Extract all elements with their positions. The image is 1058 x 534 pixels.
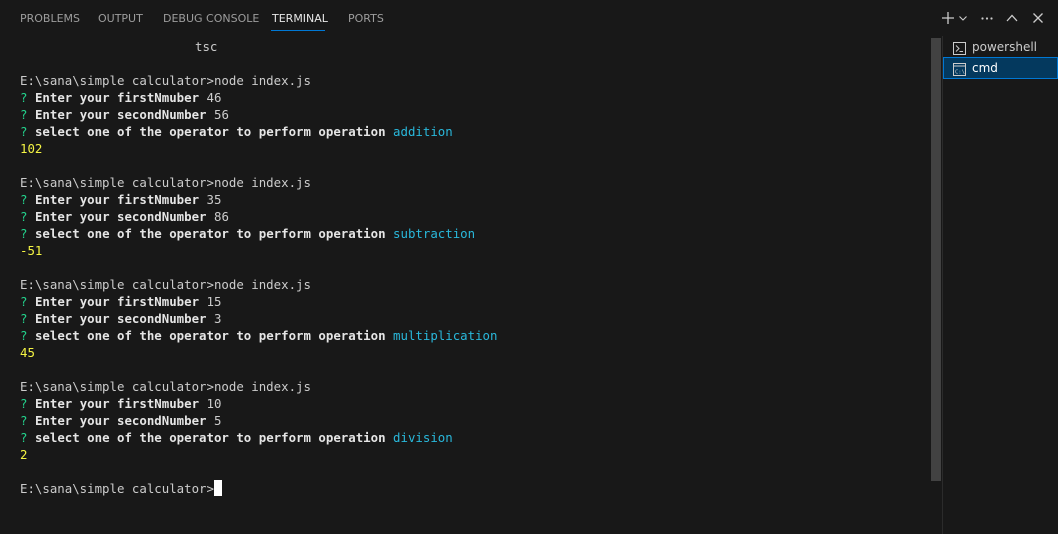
panel-tab-bar: PROBLEMS OUTPUT DEBUG CONSOLE TERMINAL P… xyxy=(0,0,1058,36)
terminal-line: ? select one of the operator to perform … xyxy=(20,327,497,344)
terminal-item-powershell[interactable]: powershell xyxy=(943,36,1058,58)
terminal-line: ? Enter your secondNumber 5 xyxy=(20,412,221,429)
tab-debug-console[interactable]: DEBUG CONSOLE xyxy=(163,12,259,25)
command-text: node index.js xyxy=(213,73,311,88)
question-mark: ? xyxy=(20,396,28,411)
question-first-number: Enter your firstNmuber xyxy=(34,90,200,105)
terminal-line: 102 xyxy=(20,140,42,157)
terminal-line: ? select one of the operator to perform … xyxy=(20,225,475,242)
question-first-number: Enter your firstNmuber xyxy=(34,294,200,309)
answer-second-number: 86 xyxy=(213,209,229,224)
question-operator: select one of the operator to perform op… xyxy=(34,226,386,241)
terminal-line: tsc xyxy=(195,38,217,55)
terminal-line: E:\sana\simple calculator>node index.js xyxy=(20,72,311,89)
vscode-panel: PROBLEMS OUTPUT DEBUG CONSOLE TERMINAL P… xyxy=(0,0,1058,534)
question-mark: ? xyxy=(20,413,28,428)
question-mark: ? xyxy=(20,311,28,326)
terminal-line: E:\sana\simple calculator> xyxy=(20,480,222,497)
question-first-number: Enter your firstNmuber xyxy=(34,192,200,207)
result-value: 2 xyxy=(20,447,28,462)
answer-second-number: 56 xyxy=(213,107,229,122)
question-mark: ? xyxy=(20,430,28,445)
question-operator: select one of the operator to perform op… xyxy=(34,430,386,445)
result-value: -51 xyxy=(20,243,43,258)
terminal-output[interactable]: tsc E:\sana\simple calculator>node index… xyxy=(0,36,931,534)
terminal-line: ? select one of the operator to perform … xyxy=(20,429,453,446)
terminal-line: ? Enter your secondNumber 3 xyxy=(20,310,221,327)
result-value: 45 xyxy=(20,345,35,360)
terminal-list: powershell C:\ cmd xyxy=(943,36,1058,534)
answer-operator: addition xyxy=(393,124,453,139)
tab-ports[interactable]: PORTS xyxy=(348,12,384,25)
question-mark: ? xyxy=(20,192,28,207)
question-second-number: Enter your secondNumber xyxy=(34,107,207,122)
question-second-number: Enter your secondNumber xyxy=(34,413,207,428)
text-cursor xyxy=(213,480,222,496)
command-text: node index.js xyxy=(213,175,311,190)
terminal-line: 45 xyxy=(20,344,35,361)
question-mark: ? xyxy=(20,226,28,241)
prompt-path: E:\sana\simple calculator> xyxy=(20,175,214,190)
command-text: node index.js xyxy=(213,379,311,394)
terminal-line: ? Enter your secondNumber 56 xyxy=(20,106,229,123)
prompt-path: E:\sana\simple calculator> xyxy=(20,379,214,394)
prompt-path: E:\sana\simple calculator> xyxy=(20,73,214,88)
question-second-number: Enter your secondNumber xyxy=(34,209,207,224)
terminal-scrollbar-thumb[interactable] xyxy=(931,38,941,481)
answer-operator: multiplication xyxy=(393,328,498,343)
question-operator: select one of the operator to perform op… xyxy=(34,328,386,343)
terminal-line: ? Enter your firstNmuber 10 xyxy=(20,395,221,412)
question-mark: ? xyxy=(20,124,28,139)
new-terminal-icon[interactable] xyxy=(939,8,957,28)
chevron-down-icon[interactable] xyxy=(957,8,969,28)
question-first-number: Enter your firstNmuber xyxy=(34,396,200,411)
answer-first-number: 46 xyxy=(206,90,222,105)
terminal-line: E:\sana\simple calculator>node index.js xyxy=(20,378,311,395)
terminal-line: E:\sana\simple calculator>node index.js xyxy=(20,276,311,293)
terminal-item-label: cmd xyxy=(972,61,998,75)
tab-output[interactable]: OUTPUT xyxy=(98,12,143,25)
more-actions-icon[interactable] xyxy=(978,8,996,28)
question-mark: ? xyxy=(20,107,28,122)
prompt-path: E:\sana\simple calculator> xyxy=(20,481,214,496)
maximize-panel-icon[interactable] xyxy=(1003,8,1021,28)
question-mark: ? xyxy=(20,294,28,309)
tab-terminal[interactable]: TERMINAL xyxy=(272,12,328,25)
terminal-line: 2 xyxy=(20,446,27,463)
terminal-line: E:\sana\simple calculator>node index.js xyxy=(20,174,311,191)
terminal-item-cmd[interactable]: C:\ cmd xyxy=(943,57,1058,79)
prompt-path: E:\sana\simple calculator> xyxy=(20,277,214,292)
answer-first-number: 15 xyxy=(206,294,222,309)
terminal-line: -51 xyxy=(20,242,42,259)
question-mark: ? xyxy=(20,209,28,224)
answer-operator: subtraction xyxy=(393,226,476,241)
command-text: node index.js xyxy=(213,277,311,292)
answer-operator: division xyxy=(393,430,453,445)
cmd-icon: C:\ xyxy=(953,61,966,76)
question-second-number: Enter your secondNumber xyxy=(34,311,207,326)
terminal-icon xyxy=(953,40,966,55)
terminal-line: ? select one of the operator to perform … xyxy=(20,123,453,140)
close-icon[interactable] xyxy=(1029,8,1047,28)
answer-first-number: 35 xyxy=(206,192,222,207)
terminal-line: ? Enter your firstNmuber 35 xyxy=(20,191,221,208)
build-command: tsc xyxy=(195,39,218,54)
answer-second-number: 5 xyxy=(213,413,222,428)
tab-problems[interactable]: PROBLEMS xyxy=(20,12,80,25)
answer-second-number: 3 xyxy=(213,311,222,326)
svg-text:C:\: C:\ xyxy=(955,70,965,76)
question-operator: select one of the operator to perform op… xyxy=(34,124,386,139)
answer-first-number: 10 xyxy=(206,396,222,411)
question-mark: ? xyxy=(20,328,28,343)
result-value: 102 xyxy=(20,141,43,156)
terminal-item-label: powershell xyxy=(972,40,1037,54)
question-mark: ? xyxy=(20,90,28,105)
terminal-line: ? Enter your firstNmuber 15 xyxy=(20,293,221,310)
terminal-line: ? Enter your firstNmuber 46 xyxy=(20,89,221,106)
active-tab-indicator xyxy=(271,30,325,31)
terminal-line: ? Enter your secondNumber 86 xyxy=(20,208,229,225)
